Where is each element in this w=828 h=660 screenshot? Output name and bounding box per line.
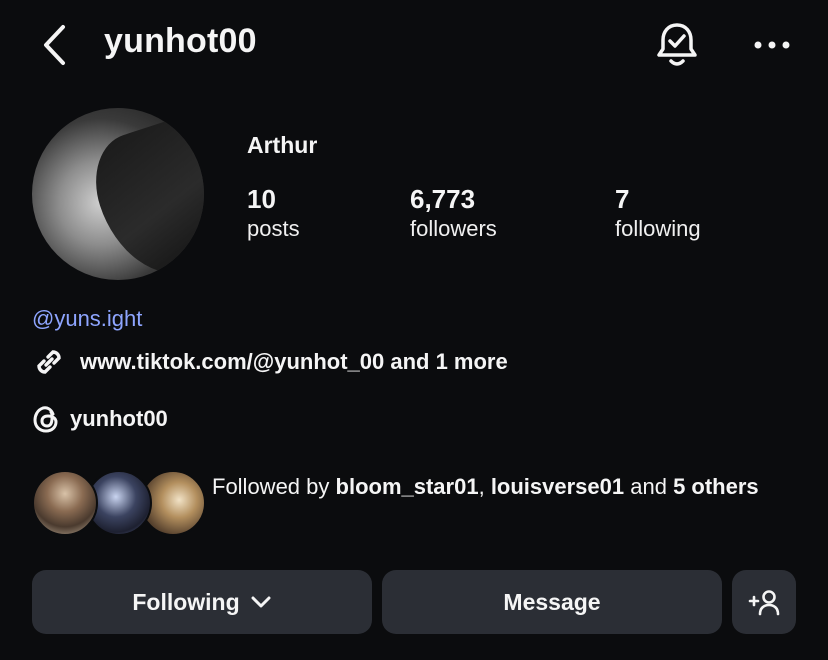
bio-link-text: www.tiktok.com/@yunhot_00 and 1 more [80,349,508,374]
suggest-users-button[interactable] [732,570,796,634]
followed-by-text[interactable]: Followed by bloom_star01, louisverse01 a… [212,471,802,503]
profile-avatar[interactable] [32,108,204,280]
stat-followers-label: followers [410,216,497,241]
more-options-button[interactable] [748,24,796,66]
followed-by-connector: and [624,474,674,499]
add-user-icon [748,590,780,616]
display-name: Arthur [247,132,318,158]
more-horizontal-icon [754,41,790,49]
notifications-button[interactable] [650,18,704,72]
chevron-down-icon [251,596,271,608]
back-chevron-icon [44,25,65,65]
mutual-followers-avatars[interactable] [32,470,206,536]
bio-link-row[interactable]: www.tiktok.com/@yunhot_00 and 1 more [32,345,508,379]
followed-by-prefix: Followed by [212,474,336,499]
bell-check-icon [657,23,697,66]
threads-badge[interactable]: yunhot00 [32,404,168,434]
stat-followers[interactable]: 6,773 followers [410,184,497,244]
avatar [32,470,98,536]
following-button-label: Following [132,588,240,615]
stat-following-label: following [615,216,701,241]
message-button[interactable]: Message [382,570,722,634]
header-username: yunhot00 [104,22,257,60]
back-button[interactable] [30,20,80,70]
mutual-follower-1[interactable]: bloom_star01 [336,474,479,499]
stat-following-value: 7 [615,184,630,214]
bio-mention-link[interactable]: @yuns.ight [32,306,142,332]
threads-icon [33,406,58,433]
mutual-followers-others[interactable]: 5 others [673,474,759,499]
stat-followers-value: 6,773 [410,184,476,214]
following-button[interactable]: Following [32,570,372,634]
threads-handle: yunhot00 [70,406,168,431]
message-button-label: Message [503,588,601,615]
stat-following[interactable]: 7 following [615,184,701,244]
stat-posts-label: posts [247,216,300,241]
mutual-follower-2[interactable]: louisverse01 [491,474,624,499]
link-icon [37,350,61,374]
stat-posts[interactable]: 10 posts [247,184,300,244]
followed-by-separator: , [478,474,491,499]
stat-posts-value: 10 [247,184,276,214]
